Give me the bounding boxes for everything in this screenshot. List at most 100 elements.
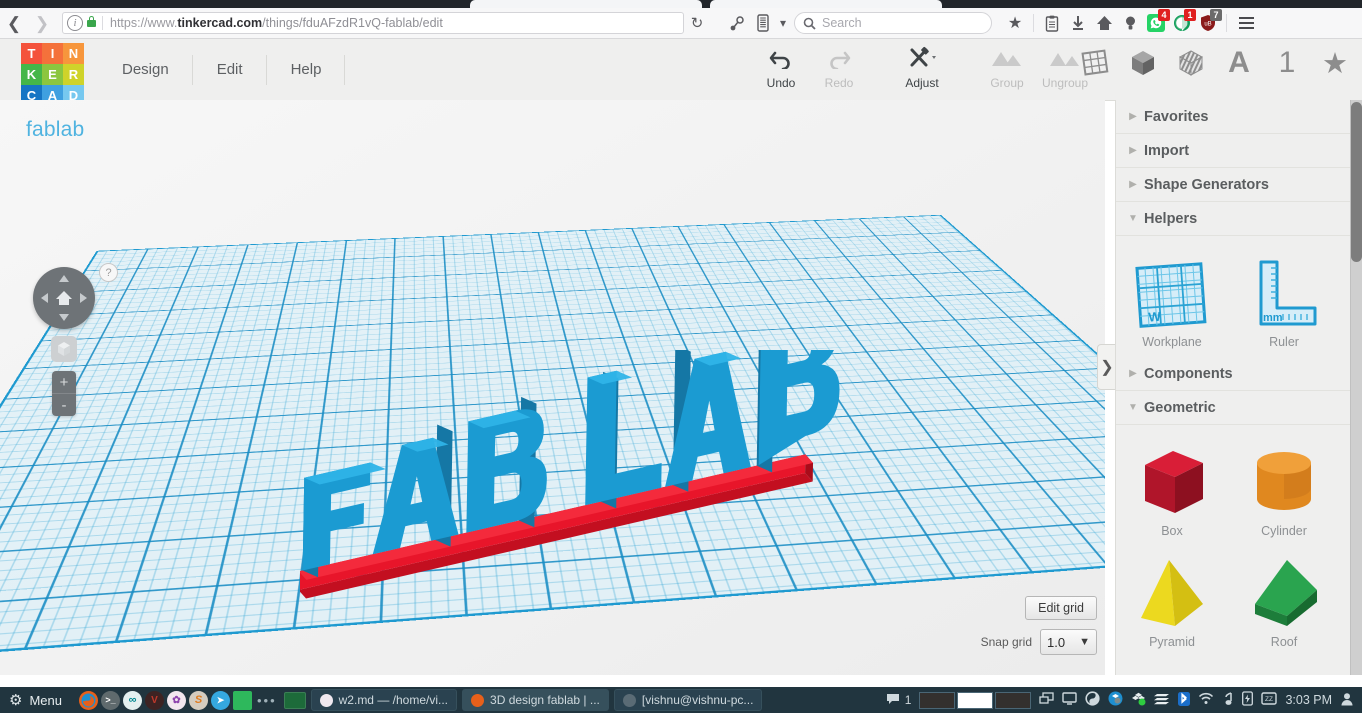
workspace-3[interactable]: [995, 691, 1032, 709]
ublock-badge: 7: [1210, 9, 1222, 21]
browser-tab-2[interactable]: [710, 0, 942, 8]
bookmark-star-icon[interactable]: ★: [1002, 10, 1028, 36]
shape-item-ruler[interactable]: mm Ruler: [1228, 242, 1340, 353]
shape-item-cylinder[interactable]: Cylinder: [1228, 431, 1340, 542]
panel-section-helpers[interactable]: ▼ Helpers: [1116, 202, 1362, 236]
library-icon[interactable]: [1039, 10, 1065, 36]
collapse-panel-icon[interactable]: ❯: [1097, 344, 1116, 390]
chevron-down-icon[interactable]: ▾: [776, 10, 790, 36]
sublime-icon[interactable]: S: [188, 690, 208, 710]
panel-scrollbar-thumb[interactable]: [1351, 102, 1362, 262]
view-up-icon[interactable]: [59, 275, 69, 282]
network-icon[interactable]: [1154, 692, 1170, 709]
reader-icon[interactable]: [750, 10, 776, 36]
solid-box-icon[interactable]: [1124, 44, 1162, 82]
tinkercad-logo[interactable]: T I N K E R C A D: [21, 43, 84, 106]
zoom-out-button[interactable]: -: [52, 393, 76, 416]
site-info-icon[interactable]: i: [67, 15, 83, 31]
terminal-icon[interactable]: >_: [100, 690, 120, 710]
bluetooth-icon[interactable]: [1178, 691, 1191, 709]
monitor-icon[interactable]: [1062, 691, 1078, 709]
window-button-w2md[interactable]: w2.md — /home/vi...: [310, 689, 458, 711]
displays-icon[interactable]: [1039, 691, 1055, 709]
dropbox-icon[interactable]: [1108, 691, 1123, 709]
view-left-icon[interactable]: [41, 293, 48, 303]
panel-section-geometric[interactable]: ▼ Geometric: [1116, 391, 1362, 425]
browser-tab-1[interactable]: [470, 0, 702, 8]
show-desktop-icon[interactable]: [283, 691, 306, 709]
workspace-switcher[interactable]: [919, 691, 1032, 709]
group-button[interactable]: Group: [976, 44, 1038, 90]
shape-item-pyramid[interactable]: Pyramid: [1116, 542, 1228, 653]
audio-icon[interactable]: [1222, 691, 1234, 709]
fit-to-view-button[interactable]: [51, 336, 77, 362]
hole-box-icon[interactable]: [1172, 44, 1210, 82]
address-bar[interactable]: i https://www.tinkercad.com/things/fduAF…: [62, 12, 684, 34]
ublock-icon[interactable]: uB 7: [1195, 9, 1222, 36]
panel-section-shape-generators[interactable]: ▶ Shape Generators: [1116, 168, 1362, 202]
notification-area[interactable]: 1: [886, 693, 911, 708]
start-menu-button[interactable]: ⚙ Menu: [0, 691, 71, 709]
sleep-icon[interactable]: ZZ: [1261, 691, 1278, 709]
redo-button[interactable]: Redo: [808, 44, 870, 90]
back-arrow-icon[interactable]: ❮: [0, 10, 28, 36]
telegram-icon[interactable]: ➤: [210, 690, 230, 710]
wifi-icon[interactable]: [1198, 692, 1214, 708]
view-right-icon[interactable]: [80, 293, 87, 303]
vim-icon[interactable]: V: [144, 690, 164, 710]
snap-grid-select[interactable]: 1.0 ▼: [1040, 629, 1097, 655]
gear-icon: ⚙: [9, 692, 23, 709]
view-navigation-pad[interactable]: [33, 267, 95, 329]
workspace-2-active[interactable]: [957, 691, 994, 709]
menu-icon[interactable]: [1232, 10, 1260, 36]
shape-item-box[interactable]: Box: [1116, 431, 1228, 542]
adjust-icon: [891, 44, 953, 72]
pocket-icon[interactable]: [724, 10, 750, 36]
fab-lab-model[interactable]: [300, 350, 900, 600]
window-button-terminal[interactable]: [vishnu@vishnu-pc...: [613, 689, 763, 711]
lightbulb-icon[interactable]: [1117, 10, 1143, 36]
files-icon[interactable]: [232, 690, 252, 710]
view-down-icon[interactable]: [59, 314, 69, 321]
workplane-icon[interactable]: [1076, 44, 1114, 82]
shape-item-roof[interactable]: Roof: [1228, 542, 1340, 653]
numbers-icon[interactable]: 1: [1268, 44, 1306, 82]
whatsapp-icon[interactable]: 4: [1143, 9, 1170, 36]
dropbox-sync-icon[interactable]: [1131, 691, 1146, 709]
home-icon[interactable]: [1091, 10, 1117, 36]
text-icon[interactable]: A: [1220, 44, 1258, 82]
shape-item-workplane[interactable]: W Workplane: [1116, 242, 1228, 353]
menu-item-edit[interactable]: Edit: [193, 39, 267, 100]
user-icon[interactable]: [1340, 692, 1354, 709]
adjust-button[interactable]: Adjust: [891, 44, 953, 90]
panel-section-favorites[interactable]: ▶ Favorites: [1116, 100, 1362, 134]
battery-icon[interactable]: [1242, 691, 1254, 709]
panel-scrollbar[interactable]: [1350, 100, 1362, 675]
design-canvas[interactable]: fablab ? + - Edit grid Snap grid 1.0 ▼: [0, 100, 1105, 675]
panel-section-import[interactable]: ▶ Import: [1116, 134, 1362, 168]
reload-icon[interactable]: ↻: [684, 10, 710, 36]
panel-section-components[interactable]: ▶ Components: [1116, 357, 1362, 391]
downloads-icon[interactable]: [1065, 10, 1091, 36]
search-input[interactable]: Search: [794, 12, 992, 34]
firefox-icon[interactable]: [78, 690, 98, 710]
menu-item-help[interactable]: Help: [267, 39, 346, 100]
forward-arrow-icon[interactable]: ❯: [28, 10, 56, 36]
arduino-icon[interactable]: ∞: [122, 690, 142, 710]
zoom-controls[interactable]: + -: [52, 371, 76, 416]
hangouts-icon[interactable]: 1: [1169, 9, 1196, 36]
edit-grid-button[interactable]: Edit grid: [1025, 596, 1097, 620]
menu-item-design[interactable]: Design: [98, 39, 193, 100]
krita-icon[interactable]: ✿: [166, 690, 186, 710]
help-button[interactable]: ?: [99, 263, 118, 282]
home-view-icon[interactable]: [54, 288, 74, 308]
more-apps-icon[interactable]: •••: [257, 693, 277, 708]
window-button-tinkercad[interactable]: 3D design fablab | ...: [462, 689, 609, 711]
design-title[interactable]: fablab: [26, 118, 84, 142]
favorites-star-icon[interactable]: ★: [1316, 44, 1354, 82]
clock[interactable]: 3:03 PM: [1285, 693, 1332, 707]
zoom-in-button[interactable]: +: [52, 371, 76, 393]
shutter-icon[interactable]: [1085, 691, 1101, 709]
undo-button[interactable]: Undo: [750, 44, 812, 90]
workspace-1[interactable]: [919, 691, 956, 709]
